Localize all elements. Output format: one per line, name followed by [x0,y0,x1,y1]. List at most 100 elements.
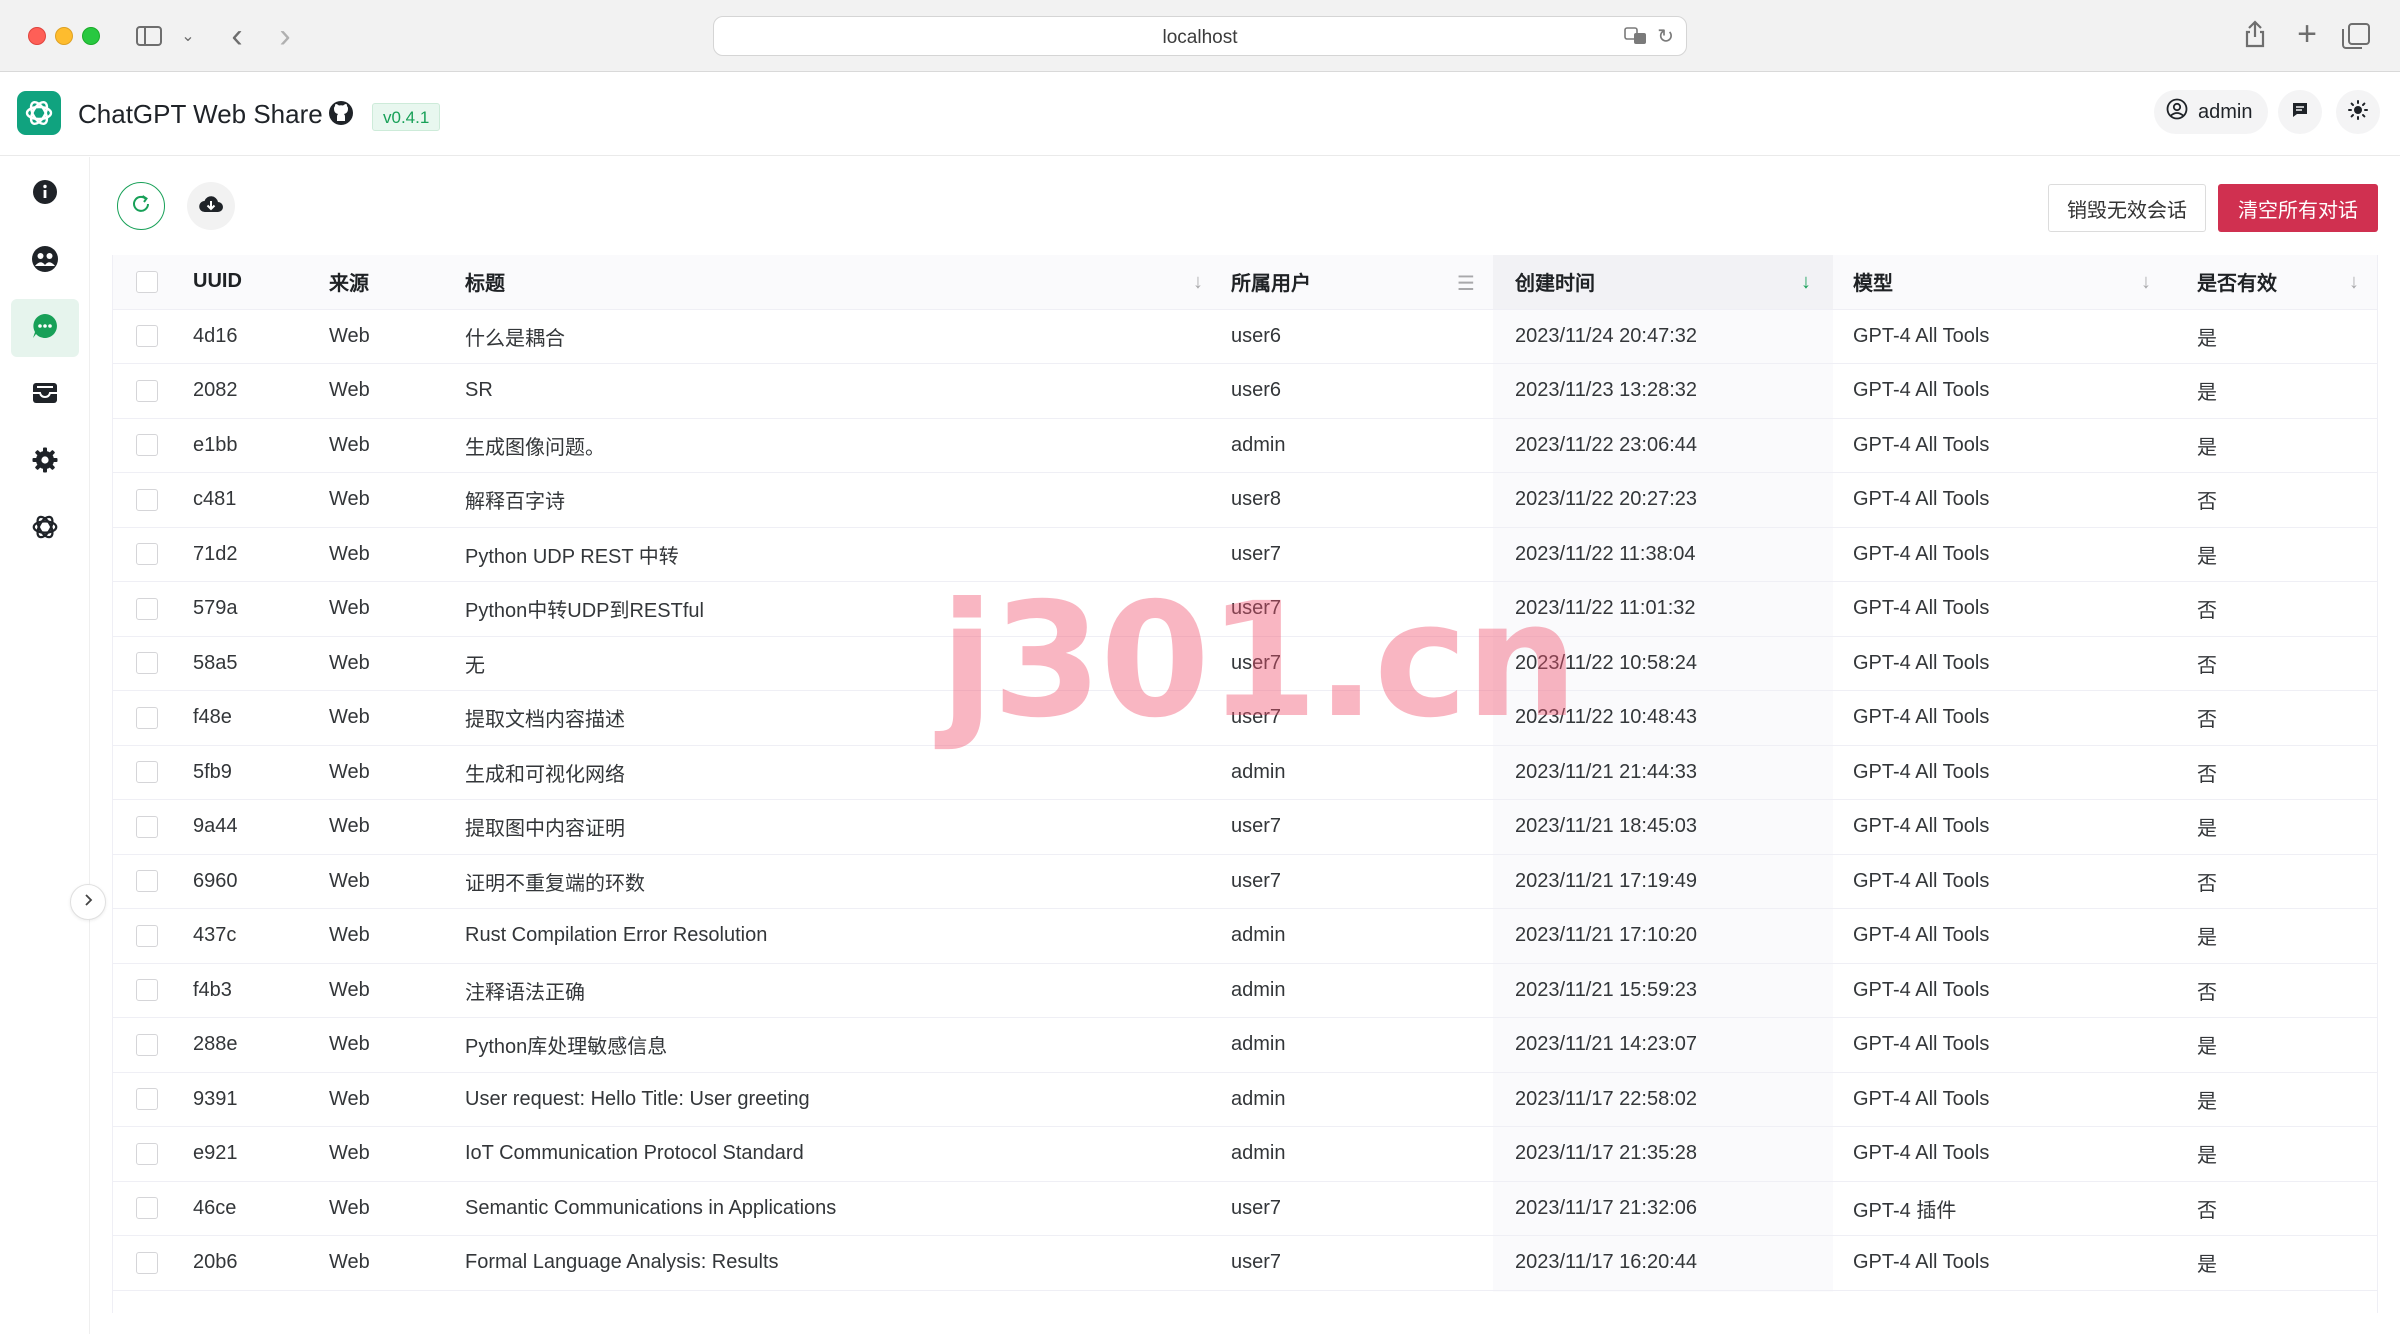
table-row[interactable]: 58a5 Web 无 user7 2023/11/22 10:58:24 GPT-4 Al… [113,636,2377,691]
row-checkbox[interactable] [136,1088,158,1111]
tab-overview-icon[interactable] [2342,18,2374,50]
filter-user-icon[interactable]: ☰ [1457,271,1475,296]
cell-title[interactable]: 证明不重复端的环数 [465,855,1205,909]
table-row[interactable]: c481 Web 解释百字诗 user8 2023/11/22 20:27:23 GPT-… [113,473,2377,528]
cell-title[interactable]: 解释百字诗 [465,473,1205,527]
row-checkbox[interactable] [136,815,158,838]
clear-all-button[interactable]: 清空所有对话 [2218,184,2378,232]
address-bar[interactable]: localhost ↻ [713,16,1687,56]
table-row[interactable]: e921 Web IoT Communication Protocol Standa… [113,1127,2377,1182]
sort-title-icon[interactable]: ↓ [1193,271,1203,294]
back-icon[interactable]: ‹ [222,17,252,55]
openai-logo-icon[interactable] [17,91,61,135]
cell-source: Web [329,433,370,456]
table-row[interactable]: f48e Web 提取文档内容描述 user7 2023/11/22 10:48:43 G… [113,691,2377,746]
table-row[interactable]: f4b3 Web 注释语法正确 admin 2023/11/21 15:59:23 GPT… [113,963,2377,1018]
table-row[interactable]: 437c Web Rust Compilation Error Resolution… [113,909,2377,964]
row-checkbox[interactable] [136,1251,158,1274]
row-checkbox[interactable] [136,924,158,947]
table-row[interactable]: 9391 Web User request: Hello Title: User g… [113,1072,2377,1127]
sidebar-item-inbox[interactable] [11,366,79,424]
sidebar-expand-button[interactable] [70,884,106,920]
refresh-button[interactable] [117,182,165,230]
sidebar-item-info[interactable] [11,165,79,223]
cell-title[interactable]: 什么是耦合 [465,310,1205,364]
close-window-button[interactable] [28,27,46,45]
row-checkbox[interactable] [136,325,158,348]
row-checkbox[interactable] [136,652,158,675]
row-checkbox[interactable] [136,1033,158,1056]
cell-uuid: 9391 [193,1087,238,1110]
cell-uuid: f48e [193,706,232,729]
share-icon[interactable] [2240,18,2270,50]
message-button[interactable] [2278,90,2322,134]
table-row[interactable]: 579a Web Python中转UDP到RESTful user7 2023/11/2… [113,582,2377,637]
table-row[interactable]: 288e Web Python库处理敏感信息 admin 2023/11/21 14:2… [113,1018,2377,1073]
cell-title[interactable]: Python库处理敏感信息 [465,1018,1205,1072]
forward-icon[interactable]: › [270,17,300,55]
cell-title[interactable]: Python UDP REST 中转 [465,528,1205,582]
table-row[interactable]: 2082 Web SR user6 2023/11/23 13:28:32 GPT-4 A… [113,364,2377,419]
download-button[interactable] [187,182,235,230]
table-row[interactable]: 9a44 Web 提取图中内容证明 user7 2023/11/21 18:45:03 G… [113,800,2377,855]
cell-title[interactable]: 提取图中内容证明 [465,800,1205,854]
cell-title[interactable]: 无 [465,637,1205,691]
sidebar-item-openai[interactable] [11,500,79,558]
row-checkbox[interactable] [136,706,158,729]
row-checkbox[interactable] [136,434,158,457]
cell-user: user7 [1231,542,1282,565]
minimize-window-button[interactable] [55,27,73,45]
new-tab-icon[interactable]: + [2292,15,2322,53]
destroy-invalid-button[interactable]: 销毁无效会话 [2048,184,2206,232]
row-checkbox[interactable] [136,379,158,402]
sidebar-item-settings[interactable] [11,433,79,491]
row-checkbox[interactable] [136,488,158,511]
table-row[interactable]: e1bb Web 生成图像问题。 admin 2023/11/22 23:06:44 GP… [113,418,2377,473]
sort-created-icon[interactable]: ↓ [1801,271,1811,294]
row-select-cell [113,419,181,473]
github-icon[interactable] [328,100,354,126]
cell-title[interactable]: Python中转UDP到RESTful [465,582,1205,636]
row-checkbox[interactable] [136,597,158,620]
user-menu-button[interactable]: admin [2154,90,2269,134]
cell-title[interactable]: 生成图像问题。 [465,419,1205,473]
sort-model-icon[interactable]: ↓ [2141,271,2151,294]
cell-model: GPT-4 All Tools [1853,815,1990,838]
cell-title[interactable]: Formal Language Analysis: Results [465,1236,1205,1290]
browser-chrome: ⌄ ‹ › localhost ↻ + [0,0,2400,72]
zoom-window-button[interactable] [82,27,100,45]
table-row[interactable]: 5fb9 Web 生成和可视化网络 admin 2023/11/21 21:44:33 G… [113,745,2377,800]
row-checkbox[interactable] [136,979,158,1002]
chevron-down-icon[interactable]: ⌄ [178,20,198,52]
cell-title[interactable]: IoT Communication Protocol Standard [465,1127,1205,1181]
sidebar-toggle-icon[interactable] [134,20,164,52]
row-select-cell [113,1236,181,1290]
cell-title[interactable]: Rust Compilation Error Resolution [465,909,1205,963]
row-checkbox[interactable] [136,543,158,566]
sidebar-item-conversations[interactable] [11,299,79,357]
sort-valid-icon[interactable]: ↓ [2349,271,2359,294]
table-row[interactable]: 4d16 Web 什么是耦合 user6 2023/11/24 20:47:32 GPT-… [113,309,2377,364]
row-checkbox[interactable] [136,870,158,893]
cell-source: Web [329,1196,370,1219]
username-label: admin [2198,100,2253,123]
cell-title[interactable]: 注释语法正确 [465,964,1205,1018]
cell-title[interactable]: 提取文档内容描述 [465,691,1205,745]
table-row[interactable]: 46ce Web Semantic Communications in Applic… [113,1181,2377,1236]
sidebar-item-users[interactable] [11,232,79,290]
row-checkbox[interactable] [136,1197,158,1220]
cell-title[interactable]: 生成和可视化网络 [465,746,1205,800]
reload-icon[interactable]: ↻ [1657,24,1674,49]
table-row[interactable]: 20b6 Web Formal Language Analysis: Results… [113,1236,2377,1291]
table-row[interactable]: 6960 Web 证明不重复端的环数 user7 2023/11/21 17:19:49… [113,854,2377,909]
cell-title[interactable]: User request: Hello Title: User greeting [465,1073,1205,1127]
theme-toggle-button[interactable] [2336,90,2380,134]
cell-title[interactable]: SR [465,364,1205,418]
translate-icon[interactable] [1624,26,1648,51]
cell-source: Web [329,542,370,565]
row-checkbox[interactable] [136,1142,158,1165]
cell-title[interactable]: Semantic Communications in Applications [465,1182,1205,1236]
select-all-checkbox[interactable] [136,270,158,293]
table-row[interactable]: 71d2 Web Python UDP REST 中转 user7 2023/11/22… [113,527,2377,582]
row-checkbox[interactable] [136,761,158,784]
